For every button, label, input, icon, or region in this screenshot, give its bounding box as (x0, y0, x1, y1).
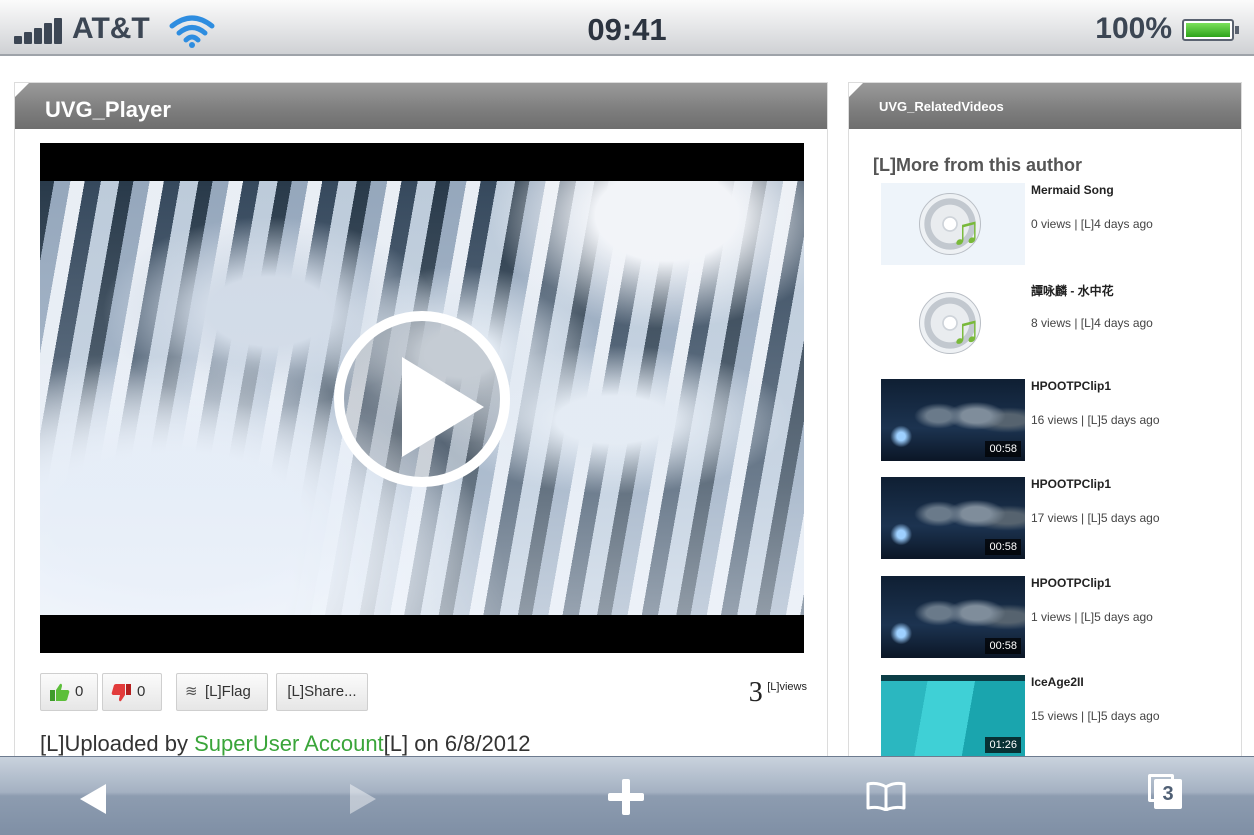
related-video-title[interactable]: HPOOTPClip1 (1031, 477, 1111, 491)
video-duration: 00:58 (985, 441, 1021, 457)
status-bar: AT&T 09:41 100% (0, 0, 1254, 56)
related-video-meta: 16 views | [L]5 days ago (1031, 413, 1160, 427)
share-button[interactable]: [L]Share... (276, 673, 368, 711)
back-button[interactable] (48, 757, 148, 835)
video-player[interactable] (40, 143, 804, 653)
view-count-number: 3 (748, 677, 763, 708)
related-video-title[interactable]: HPOOTPClip1 (1031, 576, 1111, 590)
view-count-label: [L]views (767, 681, 807, 693)
related-video-meta: 17 views | [L]5 days ago (1031, 511, 1160, 525)
related-video-item[interactable]: 00:58 HPOOTPClip1 16 views | [L]5 days a… (881, 379, 1241, 469)
thumbs-down-icon (111, 684, 131, 702)
add-bookmark-button[interactable] (576, 757, 676, 835)
related-video-item[interactable]: ♫ 譚咏麟 - 水中花 8 views | [L]4 days ago (881, 282, 1241, 372)
player-panel: UVG_Player 0 0 ≋ [L]Flag [L]Share... 3 [… (14, 82, 828, 762)
book-icon (866, 781, 906, 811)
related-video-item[interactable]: 01:26 IceAge2II 15 views | [L]5 days ago (881, 675, 1241, 761)
related-video-item[interactable]: ♫ Mermaid Song 0 views | [L]4 days ago (881, 183, 1241, 273)
related-panel-header: UVG_RelatedVideos (849, 83, 1241, 129)
related-video-meta: 0 views | [L]4 days ago (1031, 217, 1153, 231)
tab-count: 3 (1154, 779, 1182, 809)
player-panel-header: UVG_Player (15, 83, 827, 129)
related-video-title[interactable]: IceAge2II (1031, 675, 1084, 689)
flag-button[interactable]: ≋ [L]Flag (176, 673, 268, 711)
uploader-link[interactable]: SuperUser Account (194, 731, 384, 756)
video-thumbnail: 00:58 (881, 576, 1025, 658)
play-button[interactable] (334, 311, 510, 487)
status-clock: 09:41 (587, 12, 667, 47)
view-count: 3 [L]views (749, 677, 807, 709)
video-duration: 01:26 (985, 737, 1021, 753)
upload-prefix: [L]Uploaded by (40, 731, 188, 756)
video-thumbnail: 01:26 (881, 675, 1025, 757)
forward-arrow-icon (350, 784, 376, 814)
play-icon (402, 357, 484, 457)
section-title: [L]More from this author (873, 155, 1082, 175)
flag-label: [L]Flag (205, 683, 251, 700)
browser-toolbar: 3 (0, 756, 1254, 835)
related-panel-title: UVG_RelatedVideos (879, 99, 1004, 114)
like-count: 0 (75, 683, 84, 700)
thumbs-up-icon (50, 683, 70, 701)
back-arrow-icon (80, 784, 106, 814)
related-videos-panel: UVG_RelatedVideos [L]More from this auth… (848, 82, 1242, 762)
related-video-title[interactable]: Mermaid Song (1031, 183, 1114, 197)
tabs-button[interactable]: 3 (1116, 757, 1216, 835)
bookmarks-button[interactable] (836, 757, 936, 835)
video-thumbnail: ♫ (881, 282, 1025, 364)
dislike-count: 0 (137, 683, 146, 700)
related-video-meta: 8 views | [L]4 days ago (1031, 316, 1153, 330)
video-thumbnail: ♫ (881, 183, 1025, 265)
video-thumbnail: 00:58 (881, 379, 1025, 461)
music-note-icon: ♫ (951, 308, 981, 352)
flag-icon: ≋ (185, 683, 198, 700)
forward-button[interactable] (306, 757, 406, 835)
video-duration: 00:58 (985, 638, 1021, 654)
battery-percentage: 100% (1095, 12, 1172, 45)
related-video-item[interactable]: 00:58 HPOOTPClip1 17 views | [L]5 days a… (881, 477, 1241, 567)
related-video-item[interactable]: 00:58 HPOOTPClip1 1 views | [L]5 days ag… (881, 576, 1241, 666)
upload-date: [L] on 6/8/2012 (383, 731, 531, 756)
like-button[interactable]: 0 (40, 673, 98, 711)
video-thumbnail: 00:58 (881, 477, 1025, 559)
music-note-icon: ♫ (951, 209, 981, 253)
dislike-button[interactable]: 0 (102, 673, 162, 711)
battery-icon (1182, 19, 1239, 41)
upload-info: [L]Uploaded by SuperUser Account[L] on 6… (40, 731, 530, 757)
related-video-title[interactable]: 譚咏麟 - 水中花 (1031, 282, 1114, 299)
related-video-meta: 15 views | [L]5 days ago (1031, 709, 1160, 723)
related-video-title[interactable]: HPOOTPClip1 (1031, 379, 1111, 393)
related-video-meta: 1 views | [L]5 days ago (1031, 610, 1153, 624)
video-duration: 00:58 (985, 539, 1021, 555)
player-panel-title: UVG_Player (45, 97, 171, 122)
